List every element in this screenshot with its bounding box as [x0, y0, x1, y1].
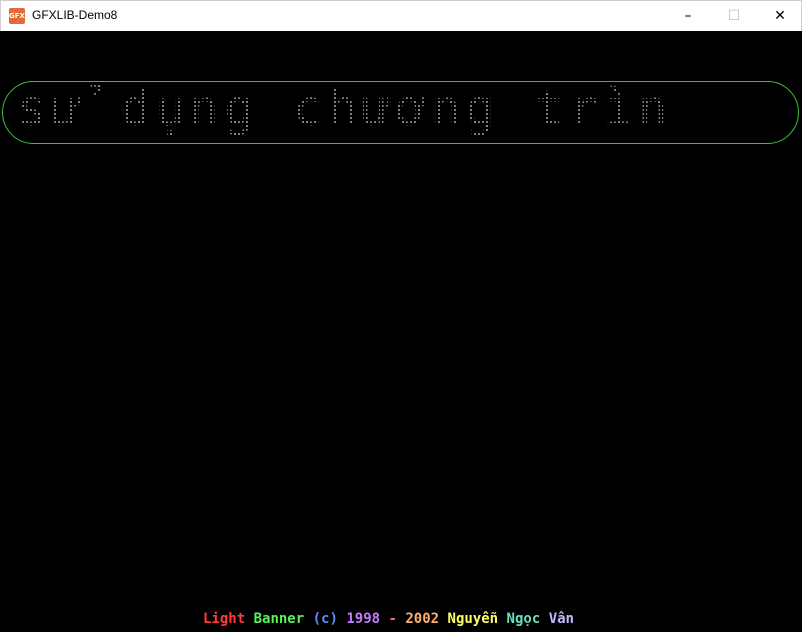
- credits-segment: -: [380, 611, 406, 627]
- banner-scrolling-text: sử dụng chương trìn: [17, 81, 673, 137]
- credits-segment: [540, 611, 548, 627]
- maximize-button[interactable]: ☐: [711, 1, 757, 31]
- minimize-button[interactable]: –: [665, 1, 711, 31]
- window-title: GFXLIB-Demo8: [32, 8, 118, 22]
- credits-segment: Nguyễn: [447, 611, 499, 627]
- app-icon[interactable]: GFX: [9, 8, 25, 24]
- credits-segment: 2002: [405, 611, 440, 627]
- credits-segment: 1998: [346, 611, 381, 627]
- close-button[interactable]: ✕: [757, 1, 802, 31]
- title-bar[interactable]: GFX GFXLIB-Demo8 – ☐ ✕: [0, 0, 802, 31]
- credits-segment: (c): [312, 611, 338, 627]
- maximize-icon: ☐: [727, 8, 741, 24]
- app-icon-text: GFX: [9, 12, 25, 20]
- light-banner: sử dụng chương trìn: [2, 81, 799, 144]
- close-icon: ✕: [774, 8, 786, 24]
- credits-segment: [304, 611, 312, 627]
- credits-segment: [498, 611, 506, 627]
- credits-segment: [439, 611, 447, 627]
- credits-segment: Ngọc: [506, 611, 541, 627]
- graphics-canvas: sử dụng chương trìn: [1, 31, 801, 631]
- credits-line: Light Banner (c) 1998 - 2002 Nguyễn Ngọc…: [203, 610, 574, 628]
- credits-segment: [245, 611, 253, 627]
- minimize-icon: –: [684, 8, 692, 24]
- credits-segment: Light: [203, 611, 246, 627]
- credits-segment: Banner: [253, 611, 305, 627]
- credits-segment: Vân: [548, 611, 574, 627]
